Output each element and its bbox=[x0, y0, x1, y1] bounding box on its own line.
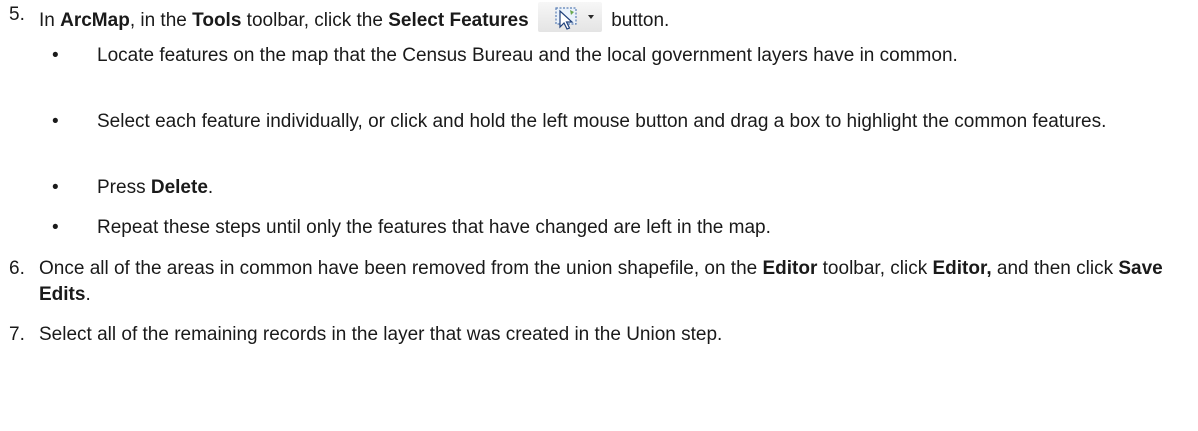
bullet-text: Press Delete. bbox=[97, 177, 214, 198]
step-number: 5. bbox=[9, 4, 25, 25]
bullet-text: Select each feature individually, or cli… bbox=[97, 111, 1107, 132]
step-text: In ArcMap, in the Tools toolbar, click t… bbox=[39, 2, 1178, 34]
select-features-icon bbox=[555, 7, 594, 30]
step-number: 7. bbox=[9, 324, 25, 345]
bullet-marker: • bbox=[52, 45, 59, 66]
step-text: Select all of the remaining records in t… bbox=[39, 324, 723, 345]
bullet-marker: • bbox=[52, 177, 59, 198]
select-features-button bbox=[537, 2, 602, 32]
bullet-marker: • bbox=[52, 111, 59, 132]
bullet-marker: • bbox=[52, 217, 59, 238]
step-text: Once all of the areas in common have bee… bbox=[39, 258, 1163, 305]
dropdown-arrow-icon bbox=[587, 15, 594, 19]
instruction-document: 5. In ArcMap, in the Tools toolbar, clic… bbox=[0, 0, 1198, 431]
bullet-text: Locate features on the map that the Cens… bbox=[97, 45, 958, 66]
step-number: 6. bbox=[9, 258, 25, 279]
bullet-text: Repeat these steps until only the featur… bbox=[97, 217, 771, 238]
